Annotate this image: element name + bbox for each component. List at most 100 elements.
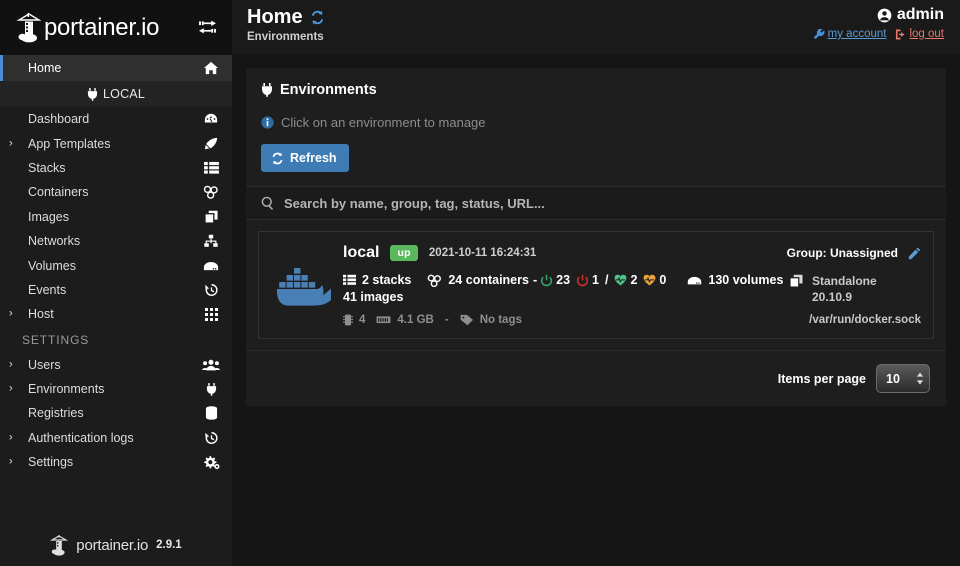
heart-green-icon	[614, 274, 627, 286]
panel-title-row: Environments	[261, 82, 931, 98]
memory-icon	[376, 315, 391, 325]
info-circle-icon	[261, 116, 274, 129]
images-stack-icon	[789, 274, 804, 288]
environment-stats-row: 2 stacks	[343, 273, 921, 305]
user-circle-icon	[877, 8, 892, 23]
sidebar-item-label: Dashboard	[28, 112, 202, 126]
containers-icon	[427, 274, 442, 287]
search-bar	[246, 186, 946, 220]
sidebar-item-containers[interactable]: Containers	[0, 180, 232, 204]
log-out-link[interactable]: log out	[895, 28, 944, 40]
sidebar-item-label: Volumes	[28, 259, 202, 273]
sidebar-item-label: Settings	[28, 455, 202, 469]
sidebar-item-volumes[interactable]: Volumes	[0, 253, 232, 277]
sidebar-item-home[interactable]: Home	[0, 55, 232, 81]
environment-list: local up 2021-10-11 16:24:31 Group: Unas…	[246, 220, 946, 350]
chevron-right-icon[interactable]: ›	[9, 359, 13, 370]
sidebar-item-app-templates[interactable]: › App Templates	[0, 131, 232, 155]
sidebar-item-authentication-logs[interactable]: › Authentication logs	[0, 426, 232, 450]
portainer-logo-icon	[50, 535, 68, 556]
tag-icon	[460, 314, 474, 326]
plug-icon	[87, 88, 98, 101]
containers-count: 24 containers	[448, 273, 529, 287]
chevron-right-icon[interactable]: ›	[9, 457, 13, 468]
chevron-right-icon[interactable]: ›	[9, 138, 13, 149]
user-name: admin	[897, 6, 944, 24]
tags-label: No tags	[480, 314, 522, 326]
sidebar-item-images[interactable]: Images	[0, 205, 232, 229]
portainer-app: portainer.io Home	[0, 0, 960, 566]
sidebar: portainer.io Home	[0, 0, 232, 566]
sidebar-item-host[interactable]: › Host	[0, 302, 232, 326]
stacks-stat: 2 stacks	[343, 273, 411, 287]
status-badge: up	[390, 245, 417, 261]
chevron-right-icon[interactable]: ›	[9, 432, 13, 443]
sidebar-item-label: Networks	[28, 234, 202, 248]
brand-name: portainer.io	[44, 16, 159, 40]
list-icon	[202, 160, 220, 176]
refresh-icon[interactable]	[310, 10, 325, 25]
sidebar-item-registries[interactable]: Registries	[0, 401, 232, 425]
sidebar-item-users[interactable]: › Users	[0, 353, 232, 377]
sidebar-section-local: LOCAL	[0, 81, 232, 107]
environment-type-info: Standalone 20.10.9	[789, 273, 921, 305]
sidebar-item-dashboard[interactable]: Dashboard	[0, 107, 232, 131]
refresh-button[interactable]: Refresh	[261, 144, 349, 172]
sidebar-item-settings[interactable]: › Settings	[0, 450, 232, 474]
sidebar-section-label: LOCAL	[103, 87, 145, 101]
gears-icon	[202, 454, 220, 470]
brand-header: portainer.io	[0, 0, 232, 55]
panel-title: Environments	[280, 82, 377, 98]
page-title: Home	[247, 6, 303, 28]
environment-resources-row: 4	[343, 314, 921, 326]
sidebar-item-label: Host	[28, 307, 202, 321]
chevron-right-icon[interactable]: ›	[9, 309, 13, 320]
my-account-link[interactable]: my account	[814, 28, 887, 40]
volumes-stat: 130 volumes	[687, 273, 783, 287]
history-clock-icon	[202, 282, 220, 298]
logout-icon	[895, 29, 906, 40]
containers-healthy-count: 2	[630, 273, 637, 287]
exchange-arrows-icon[interactable]	[196, 19, 218, 37]
items-per-page-value: 10	[886, 372, 900, 386]
sidebar-item-networks[interactable]: Networks	[0, 229, 232, 253]
dashboard-gauge-icon	[202, 111, 220, 127]
sidebar-item-label: Authentication logs	[28, 431, 202, 445]
environment-group-label: Group: Unassigned	[787, 246, 898, 260]
rocket-icon	[202, 136, 220, 152]
environment-header-row: local up 2021-10-11 16:24:31 Group: Unas…	[343, 244, 921, 262]
items-per-page-label: Items per page	[778, 372, 866, 386]
volume-icon	[202, 258, 220, 274]
network-icon	[202, 233, 220, 249]
volumes-count: 130 volumes	[708, 273, 783, 287]
sidebar-item-stacks[interactable]: Stacks	[0, 156, 232, 180]
sidebar-item-environments[interactable]: › Environments	[0, 377, 232, 401]
memory-value: 4.1 GB	[397, 314, 433, 326]
sidebar-footer: portainer.io 2.9.1	[0, 524, 232, 566]
environment-group: Group: Unassigned	[787, 246, 921, 260]
page-subtitle: Environments	[247, 31, 325, 43]
panel-footer: Items per page 10	[246, 350, 946, 406]
breadcrumb: Home Environments	[247, 6, 325, 43]
chevron-updown-icon	[916, 372, 924, 385]
items-per-page-select[interactable]: 10	[876, 364, 930, 393]
sidebar-item-label: Events	[28, 283, 202, 297]
users-icon	[202, 357, 220, 373]
chevron-right-icon[interactable]: ›	[9, 384, 13, 395]
search-input[interactable]	[284, 196, 931, 211]
sidebar-item-label: Environments	[28, 382, 202, 396]
sidebar-item-label: Users	[28, 358, 202, 372]
sidebar-heading-settings: SETTINGS	[0, 327, 232, 353]
environment-name: local	[343, 244, 379, 262]
containers-unhealthy: 0	[643, 273, 666, 287]
containers-unhealthy-count: 0	[659, 273, 666, 287]
containers-stopped-count: 1	[592, 273, 599, 287]
environment-card-local[interactable]: local up 2021-10-11 16:24:31 Group: Unas…	[258, 231, 934, 339]
volume-icon	[687, 275, 702, 286]
pencil-icon[interactable]	[908, 247, 921, 260]
stacks-count: 2 stacks	[362, 273, 411, 287]
grid-icon	[202, 306, 220, 322]
sidebar-item-events[interactable]: Events	[0, 278, 232, 302]
search-icon	[261, 196, 275, 210]
history-clock-icon	[202, 430, 220, 446]
